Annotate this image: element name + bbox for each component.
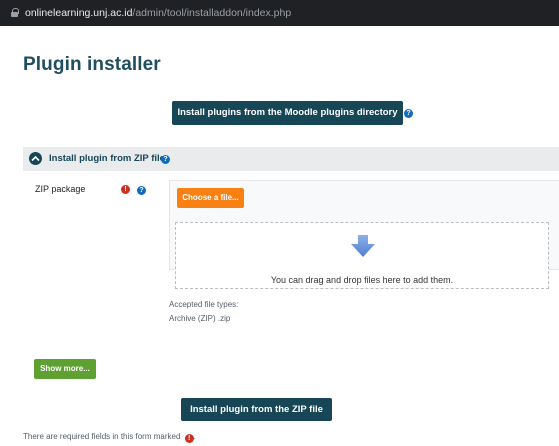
required-fields-note: There are required fields in this form m… <box>23 432 196 443</box>
accepted-types-label: Accepted file types: <box>169 300 239 309</box>
choose-file-button[interactable]: Choose a file... <box>177 188 244 208</box>
browser-url-bar[interactable]: onlinelearning.unj.ac.id/admin/tool/inst… <box>0 0 559 26</box>
required-note-text: There are required fields in this form m… <box>23 432 181 441</box>
zip-section-header[interactable]: Install plugin from ZIP file ? <box>23 147 559 171</box>
show-more-button[interactable]: Show more... <box>34 359 96 379</box>
section-title: Install plugin from ZIP file <box>49 153 165 164</box>
download-arrow-icon <box>351 235 375 257</box>
zip-package-label: ZIP package <box>35 184 86 194</box>
required-icon: ! <box>184 434 194 443</box>
url-text[interactable]: onlinelearning.unj.ac.id/admin/tool/inst… <box>25 6 291 20</box>
help-icon[interactable]: ? <box>161 155 170 164</box>
help-icon[interactable]: ? <box>137 186 146 195</box>
accepted-type-value: Archive (ZIP) .zip <box>169 314 231 323</box>
install-from-zip-button[interactable]: Install plugin from the ZIP file <box>181 398 332 421</box>
install-from-directory-button[interactable]: Install plugins from the Moodle plugins … <box>172 101 403 125</box>
lock-icon <box>11 8 19 17</box>
file-dropzone[interactable]: You can drag and drop files here to add … <box>175 222 549 289</box>
page-title: Plugin installer <box>23 54 161 75</box>
required-icon: ! <box>121 185 130 194</box>
chevron-up-icon[interactable] <box>29 152 42 165</box>
help-icon[interactable]: ? <box>404 109 413 118</box>
dropzone-text: You can drag and drop files here to add … <box>270 275 454 285</box>
